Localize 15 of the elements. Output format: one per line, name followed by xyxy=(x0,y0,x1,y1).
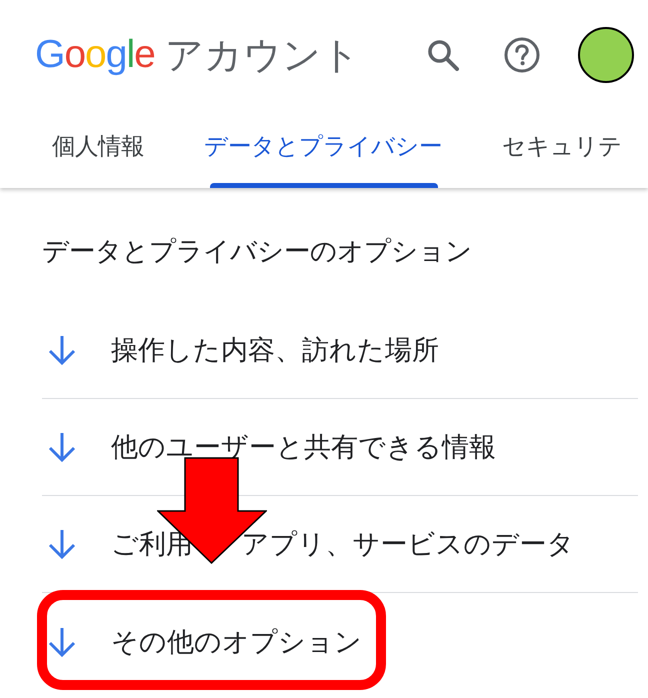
nav-tab[interactable]: セキュリテ xyxy=(502,131,622,188)
section-heading: データとプライバシーのオプション xyxy=(42,236,473,269)
down-arrow-icon xyxy=(48,529,76,559)
help-icon[interactable] xyxy=(504,37,540,73)
down-arrow-icon xyxy=(48,335,76,365)
nav-tab[interactable]: 個人情報 xyxy=(52,131,144,188)
down-arrow-icon xyxy=(48,432,76,462)
nav-tab[interactable]: データとプライバシー xyxy=(204,131,442,188)
app-title: アカウント xyxy=(164,33,360,77)
down-arrow-icon xyxy=(48,626,76,656)
logo-wordmark: Google xyxy=(35,33,155,77)
option-link[interactable]: その他のオプション xyxy=(42,593,638,690)
option-link[interactable]: 操作した内容、訪れた場所 xyxy=(42,302,638,399)
search-icon[interactable] xyxy=(427,39,459,71)
avatar-icon[interactable] xyxy=(578,27,634,83)
